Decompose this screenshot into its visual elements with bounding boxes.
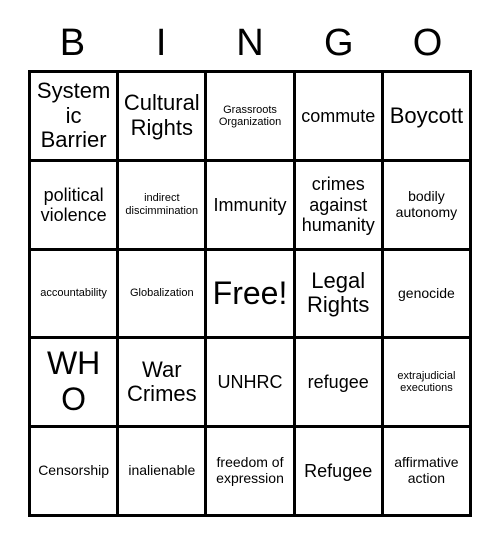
bingo-cell-n2[interactable]: Immunity <box>207 161 296 248</box>
bingo-cell-label: accountability <box>40 287 107 300</box>
header-letter-i: I <box>155 22 167 64</box>
bingo-cell-b2[interactable]: political violence <box>31 161 120 248</box>
bingo-cell-label: Grassroots Organization <box>218 103 282 128</box>
bingo-cell-label: UNHRC <box>217 372 283 393</box>
bingo-cell-b4[interactable]: WHO <box>31 339 120 426</box>
bingo-header-row: B I N G O <box>28 18 472 68</box>
bingo-cell-label: WHO <box>46 345 101 418</box>
bingo-cell-o4[interactable]: extrajudicial executions <box>383 339 470 426</box>
bingo-cell-o2[interactable]: bodily autonomy <box>383 161 470 248</box>
header-letter-b: B <box>59 22 86 64</box>
bingo-cell-g5[interactable]: Refugee <box>295 428 384 514</box>
bingo-cell-i3[interactable]: Globalization <box>119 250 208 337</box>
bingo-cell-label: freedom of expression <box>216 454 284 487</box>
bingo-grid: Systemic Barrier Cultural Rights Grassro… <box>28 70 472 517</box>
bingo-cell-n4[interactable]: UNHRC <box>207 339 296 426</box>
bingo-cell-g1[interactable]: commute <box>295 73 384 159</box>
bingo-cell-label: Censorship <box>38 462 110 479</box>
bingo-cell-g3[interactable]: Legal Rights <box>295 250 384 337</box>
bingo-row: Systemic Barrier Cultural Rights Grassro… <box>31 73 470 162</box>
bingo-cell-i1[interactable]: Cultural Rights <box>119 73 208 159</box>
bingo-cell-label: crimes against humanity <box>301 174 375 235</box>
bingo-cell-label: affirmative action <box>394 454 459 487</box>
bingo-row: Censorship inalienable freedom of expres… <box>31 428 470 514</box>
bingo-cell-label: War Crimes <box>126 356 197 407</box>
bingo-cell-n1[interactable]: Grassroots Organization <box>207 73 296 159</box>
bingo-cell-label: Systemic Barrier <box>36 77 111 153</box>
header-letter-n: N <box>236 22 264 64</box>
bingo-cell-o1[interactable]: Boycott <box>383 73 470 159</box>
bingo-cell-i4[interactable]: War Crimes <box>119 339 208 426</box>
bingo-cell-b5[interactable]: Censorship <box>31 428 120 514</box>
bingo-cell-label: bodily autonomy <box>395 188 458 220</box>
bingo-free-label: Free! <box>212 274 288 311</box>
bingo-cell-label: indirect discimmination <box>125 192 199 217</box>
bingo-cell-label: Refugee <box>304 461 373 481</box>
bingo-cell-o3[interactable]: genocide <box>383 250 470 337</box>
bingo-cell-label: extrajudicial executions <box>397 369 456 395</box>
bingo-cell-o5[interactable]: affirmative action <box>383 428 470 514</box>
bingo-cell-i5[interactable]: inalienable <box>119 428 208 514</box>
bingo-cell-label: genocide <box>398 284 455 301</box>
bingo-row: WHO War Crimes UNHRC refugee extrajudici… <box>31 339 470 429</box>
bingo-cell-label: Globalization <box>130 287 194 300</box>
header-letter-o: O <box>412 22 443 64</box>
bingo-row: accountability Globalization Free! Legal… <box>31 250 470 340</box>
bingo-cell-label: Boycott <box>389 102 464 128</box>
bingo-cell-label: refugee <box>307 372 369 393</box>
header-letter-g: G <box>324 22 354 64</box>
bingo-cell-label: Legal Rights <box>307 267 370 318</box>
bingo-cell-g2[interactable]: crimes against humanity <box>295 161 384 248</box>
bingo-cell-label: Immunity <box>213 194 287 215</box>
bingo-cell-label: political violence <box>40 184 107 225</box>
bingo-cell-free[interactable]: Free! <box>207 250 296 337</box>
bingo-cell-label: inalienable <box>128 462 196 479</box>
bingo-cell-b3[interactable]: accountability <box>31 250 120 337</box>
bingo-cell-n5[interactable]: freedom of expression <box>207 428 296 514</box>
bingo-cell-label: Cultural Rights <box>123 90 200 140</box>
bingo-row: political violence indirect discimminati… <box>31 161 470 251</box>
bingo-cell-i2[interactable]: indirect discimmination <box>119 161 208 248</box>
bingo-cell-g4[interactable]: refugee <box>295 339 384 426</box>
bingo-cell-label: commute <box>301 105 376 126</box>
bingo-card: B I N G O Systemic Barrier Cultural Righ… <box>0 0 501 544</box>
bingo-cell-b1[interactable]: Systemic Barrier <box>31 73 120 159</box>
